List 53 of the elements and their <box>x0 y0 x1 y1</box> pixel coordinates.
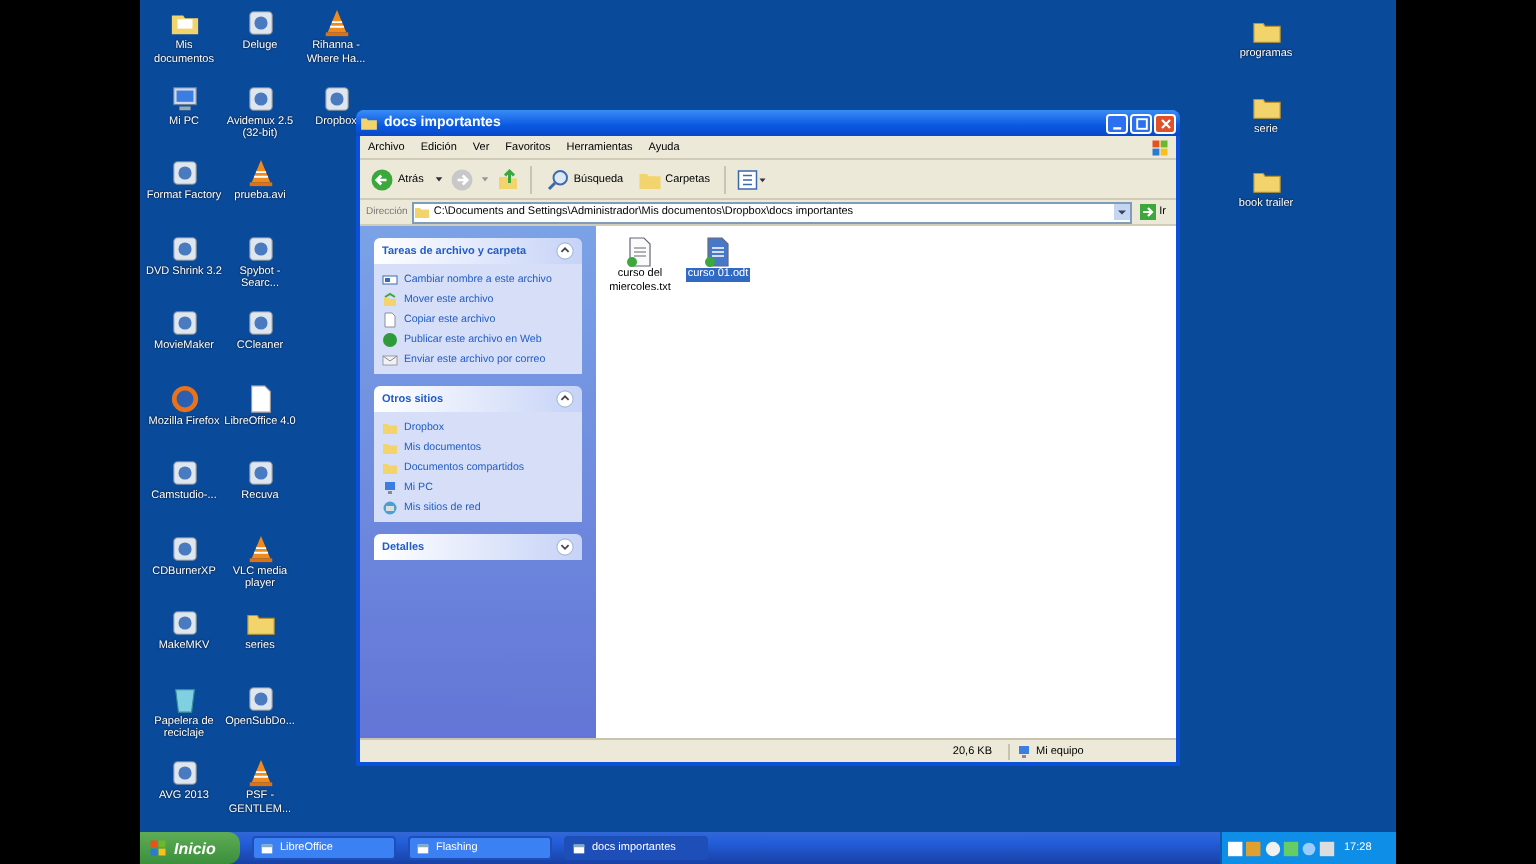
program-icon[interactable] <box>245 8 275 38</box>
network-icon <box>382 499 398 515</box>
close-icon <box>1157 115 1173 131</box>
close-button[interactable] <box>1154 113 1176 133</box>
program-icon[interactable] <box>245 458 275 488</box>
program-icon[interactable] <box>169 158 199 188</box>
cone-icon[interactable] <box>245 758 275 788</box>
computer-icon <box>382 479 398 495</box>
search-icon <box>545 167 570 191</box>
program-icon[interactable] <box>169 458 199 488</box>
cone-icon[interactable] <box>245 158 275 188</box>
move-icon <box>382 291 398 307</box>
go-arrow-icon <box>1139 204 1156 220</box>
views-icon[interactable] <box>735 167 768 191</box>
program-icon[interactable] <box>169 233 199 263</box>
program-icon[interactable] <box>245 683 275 713</box>
globe-icon <box>382 331 398 347</box>
cone-icon[interactable] <box>321 8 351 38</box>
window-icon <box>416 841 430 855</box>
document-icon <box>382 311 398 327</box>
window-icon <box>572 841 586 855</box>
program-icon[interactable] <box>245 233 275 263</box>
expand-icon[interactable] <box>556 538 574 556</box>
globe-icon[interactable] <box>169 383 199 413</box>
computer-icon <box>1016 743 1032 759</box>
flag-logo-icon <box>1150 137 1170 157</box>
document-icon[interactable] <box>245 383 275 413</box>
tray-icons-drawing[interactable] <box>1228 839 1336 857</box>
flag-logo-icon <box>148 838 168 858</box>
text-document-icon[interactable] <box>702 236 734 268</box>
collapse-icon[interactable] <box>556 242 574 260</box>
recycle-bin-icon[interactable] <box>169 683 199 713</box>
program-icon[interactable] <box>245 308 275 338</box>
dropdown-icon[interactable] <box>1113 204 1130 220</box>
program-icon[interactable] <box>169 758 199 788</box>
program-icon[interactable] <box>169 308 199 338</box>
program-icon[interactable] <box>169 608 199 638</box>
window-icon <box>260 841 274 855</box>
program-icon[interactable] <box>245 83 275 113</box>
computer-icon[interactable] <box>169 83 199 113</box>
cone-icon[interactable] <box>245 533 275 563</box>
minimize-button[interactable] <box>1106 113 1128 133</box>
program-icon[interactable] <box>321 83 351 113</box>
rename-icon <box>382 271 398 287</box>
maximize-icon <box>1133 115 1149 131</box>
program-icon[interactable] <box>169 533 199 563</box>
maximize-button[interactable] <box>1130 113 1152 133</box>
collapse-icon[interactable] <box>556 390 574 408</box>
envelope-icon <box>382 351 398 367</box>
back-arrow-icon <box>370 167 394 191</box>
folder-icon <box>360 114 378 132</box>
folder-icon <box>413 204 430 220</box>
caret-icon[interactable] <box>433 174 444 184</box>
